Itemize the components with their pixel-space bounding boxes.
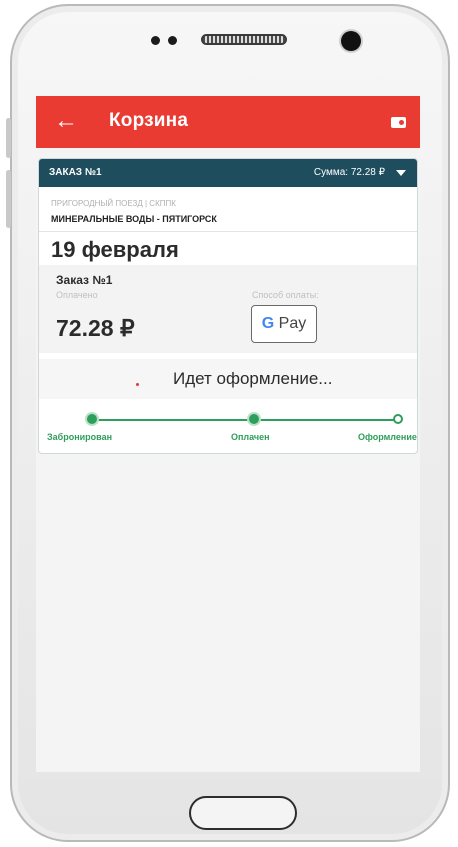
order-sum: Сумма: 72.28 ₽ [313, 167, 385, 178]
front-camera [341, 31, 361, 51]
chevron-down-icon[interactable] [396, 170, 406, 176]
payment-method-label: Способ оплаты: [252, 290, 319, 300]
order-number: ЗАКАЗ №1 [49, 167, 102, 178]
order-header[interactable]: ЗАКАЗ №1 Сумма: 72.28 ₽ [39, 159, 417, 187]
home-button[interactable] [189, 796, 297, 830]
app-screen: ← Корзина ЗАКАЗ №1 Сумма: 72.28 ₽ ПРИГОР… [36, 96, 420, 772]
spinner-icon [136, 383, 139, 386]
arrow-left-icon[interactable]: ← [54, 107, 78, 135]
step-label-paid: Оплачен [231, 432, 270, 442]
divider [39, 231, 417, 232]
trip-date: 19 февраля [51, 237, 179, 262]
pay-label: Pay [274, 315, 307, 332]
step-dot-paid [249, 414, 259, 424]
earpiece-speaker [201, 34, 287, 45]
paid-amount: 72.28 ₽ [56, 315, 135, 341]
app-bar: ← Корзина [36, 96, 420, 148]
page-title: Корзина [109, 110, 189, 131]
order-stepper: Забронирован Оплачен Оформление [39, 407, 417, 453]
order-card: ЗАКАЗ №1 Сумма: 72.28 ₽ ПРИГОРОДНЫЙ ПОЕЗ… [38, 158, 418, 454]
sensor-dot [168, 36, 177, 45]
step-connector [92, 419, 254, 421]
google-pay-button[interactable]: G Pay [251, 305, 317, 343]
wallet-icon[interactable] [391, 117, 406, 128]
google-g-icon: G [261, 315, 275, 332]
step-dot-booked [87, 414, 97, 424]
step-dot-processing [393, 414, 403, 424]
volume-button [6, 118, 11, 158]
paid-label: Оплачено [56, 290, 98, 300]
step-label-processing: Оформление [358, 432, 417, 442]
processing-status: Идет оформление... [39, 359, 417, 399]
step-label-booked: Забронирован [47, 432, 113, 442]
step-connector [254, 419, 397, 421]
processing-text: Идет оформление... [173, 369, 333, 388]
sensor-dot [151, 36, 160, 45]
train-type: ПРИГОРОДНЫЙ ПОЕЗД | СКППК [51, 199, 176, 208]
payment-title: Заказ №1 [56, 273, 113, 287]
payment-block: Заказ №1 Оплачено 72.28 ₽ Способ оплаты:… [39, 265, 417, 353]
route: МИНЕРАЛЬНЫЕ ВОДЫ - ПЯТИГОРСК [51, 214, 217, 224]
power-button [6, 170, 11, 228]
